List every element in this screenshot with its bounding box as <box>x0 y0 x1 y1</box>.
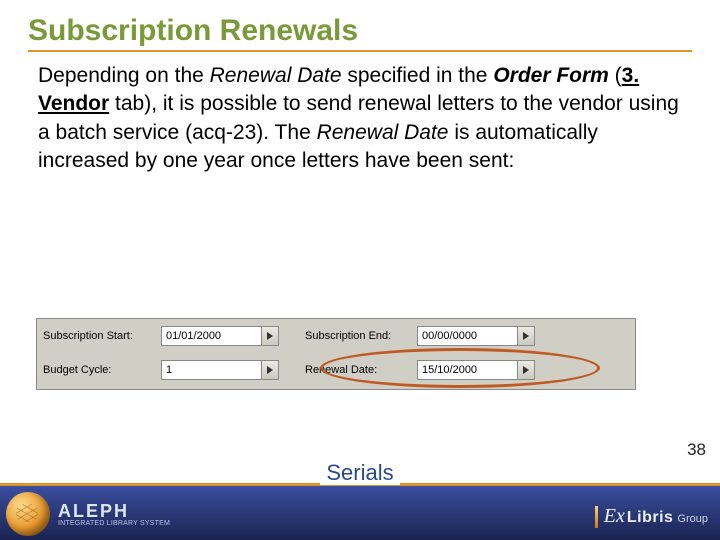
subscription-start-label: Subscription Start: <box>43 330 161 342</box>
aleph-logo: ALEPH INTEGRATED LIBRARY SYSTEM <box>6 492 170 536</box>
form-row-1: Subscription Start: 01/01/2000 Subscript… <box>37 319 635 353</box>
group-text: Group <box>677 513 708 525</box>
footer-center-label: Serials <box>0 458 720 486</box>
body-paragraph: Depending on the Renewal Date specified … <box>38 62 682 175</box>
budget-cycle-label: Budget Cycle: <box>43 364 161 376</box>
budget-cycle-input[interactable]: 1 <box>161 360 261 380</box>
page-number: 38 <box>687 440 706 460</box>
triangle-right-icon <box>523 332 529 340</box>
subscription-end-label: Subscription End: <box>305 330 417 342</box>
renewal-date-input[interactable]: 15/10/2000 <box>417 360 517 380</box>
order-form-term: Order Form <box>493 64 609 87</box>
libris-text: Libris <box>627 509 674 527</box>
aleph-text-block: ALEPH INTEGRATED LIBRARY SYSTEM <box>58 502 170 527</box>
triangle-right-icon <box>267 332 273 340</box>
slide-title: Subscription Renewals <box>28 14 692 48</box>
budget-cycle-picker-button[interactable] <box>261 360 279 380</box>
logo-bar-icon <box>595 506 598 528</box>
ex-text: Ex <box>604 505 625 528</box>
subscription-start-input[interactable]: 01/01/2000 <box>161 326 261 346</box>
subscription-end-picker-button[interactable] <box>517 326 535 346</box>
form-panel: Subscription Start: 01/01/2000 Subscript… <box>36 318 636 390</box>
aleph-subtitle: INTEGRATED LIBRARY SYSTEM <box>58 520 170 527</box>
footer-center-text: Serials <box>320 460 399 485</box>
title-underline <box>28 50 692 52</box>
renewal-date-term: Renewal Date <box>210 64 342 87</box>
text-run: Depending on the <box>38 64 210 87</box>
aleph-name: ALEPH <box>58 502 170 520</box>
triangle-right-icon <box>523 366 529 374</box>
renewal-date-term-2: Renewal Date <box>317 121 449 144</box>
text-run: ( <box>609 64 622 87</box>
globe-icon <box>6 492 50 536</box>
subscription-end-input[interactable]: 00/00/0000 <box>417 326 517 346</box>
text-run: specified in the <box>342 64 494 87</box>
form-row-2: Budget Cycle: 1 Renewal Date: 15/10/2000 <box>37 353 635 387</box>
subscription-start-picker-button[interactable] <box>261 326 279 346</box>
exlibris-logo: Ex Libris Group <box>595 505 708 528</box>
footer: Serials ALEPH INTEGRATED LIBRARY SYSTEM … <box>0 476 720 540</box>
renewal-date-label: Renewal Date: <box>305 364 417 376</box>
renewal-date-picker-button[interactable] <box>517 360 535 380</box>
slide: Subscription Renewals Depending on the R… <box>0 0 720 540</box>
triangle-right-icon <box>267 366 273 374</box>
